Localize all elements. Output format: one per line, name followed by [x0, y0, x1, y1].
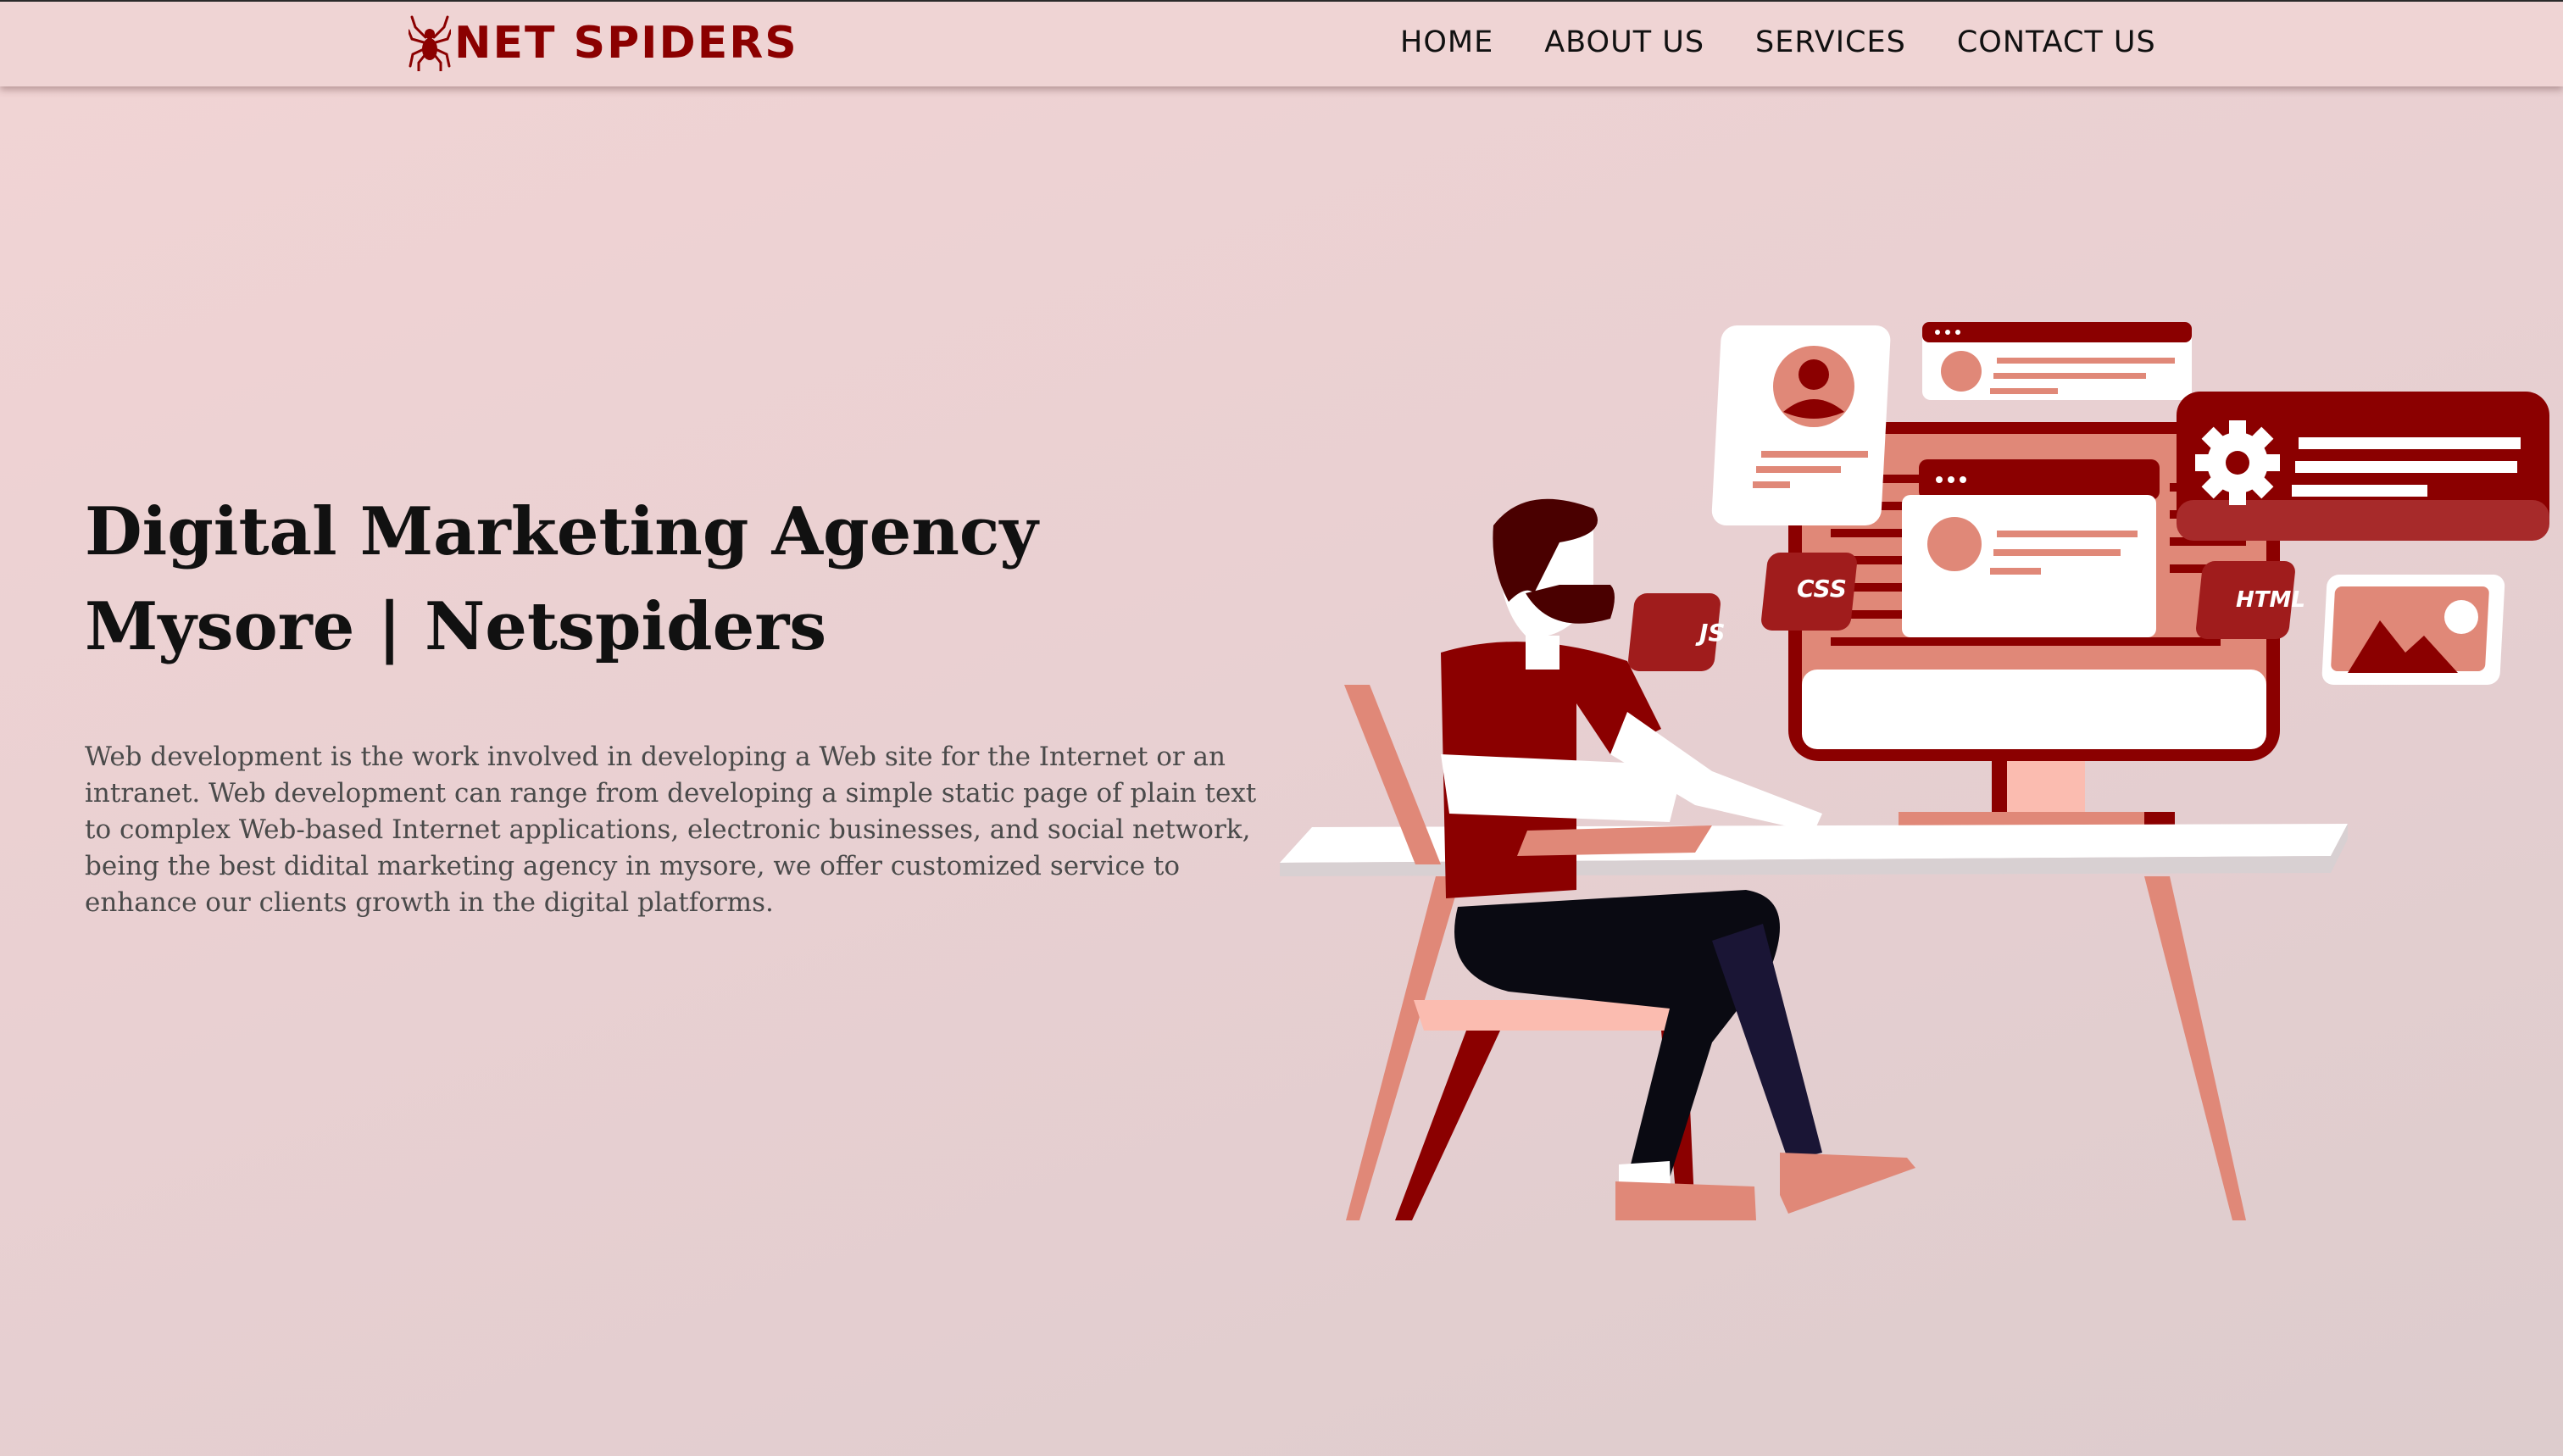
svg-text:CSS: CSS: [1797, 575, 1847, 603]
profile-card: [1711, 325, 1891, 525]
js-badge: JS: [1628, 593, 1726, 671]
css-badge: CSS: [1761, 553, 1857, 631]
nav-contact-us[interactable]: CONTACT US: [1957, 25, 2156, 59]
svg-text:HTML: HTML: [2236, 587, 2305, 613]
nav-about-us[interactable]: ABOUT US: [1544, 25, 1704, 59]
settings-window: [2177, 392, 2549, 541]
brand-name: NET SPIDERS: [454, 18, 798, 69]
navbar: NET SPIDERS HOME ABOUT US SERVICES CONTA…: [0, 0, 2563, 86]
main-nav: HOME ABOUT US SERVICES CONTACT US: [1400, 25, 2156, 59]
nav-services[interactable]: SERVICES: [1755, 25, 1906, 59]
brand-logo[interactable]: NET SPIDERS: [409, 14, 798, 73]
nav-home[interactable]: HOME: [1400, 25, 1493, 59]
hero-description: Web development is the work involved in …: [85, 742, 1257, 918]
web-developer-illustration: JS CSS HTML: [1280, 322, 2549, 1220]
gear-icon: [2195, 420, 2280, 505]
browser-window-center: [1902, 459, 2160, 637]
spider-icon: [409, 15, 451, 71]
hero-title: Digital Marketing Agency Mysore | Netspi…: [85, 493, 1038, 665]
html-badge: HTML: [2196, 561, 2305, 639]
svg-text:JS: JS: [1695, 619, 1726, 647]
browser-window-top: [1922, 322, 2192, 400]
image-card: [2321, 575, 2505, 685]
tablet: [1517, 825, 1712, 856]
